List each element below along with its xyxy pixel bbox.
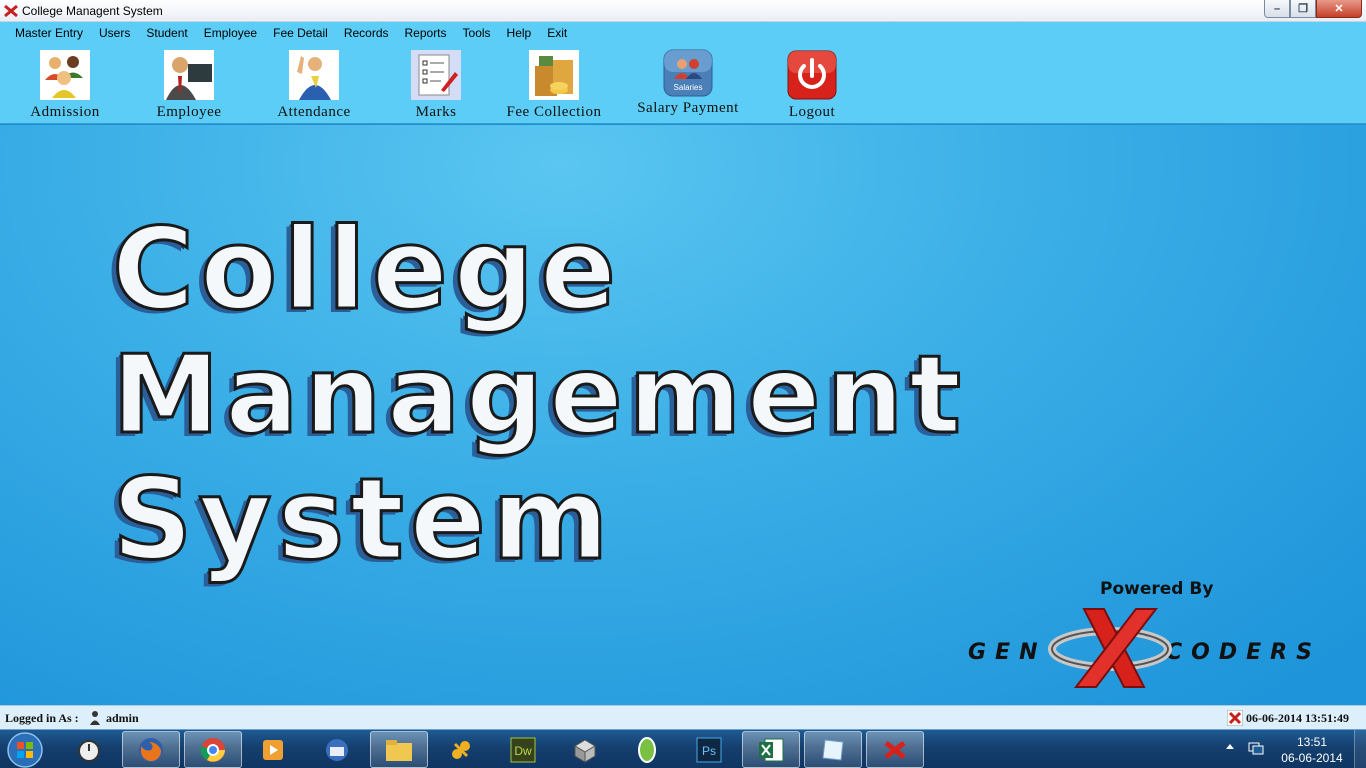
- menu-employee[interactable]: Employee: [196, 22, 265, 44]
- thunderbird-icon: [326, 738, 348, 761]
- taskbar-photoshop[interactable]: Ps: [680, 731, 738, 768]
- taskbar-app-8[interactable]: [556, 731, 614, 768]
- taskbar-app-9[interactable]: [618, 731, 676, 768]
- firefox-icon: [139, 737, 163, 762]
- app-logo-icon: [1227, 710, 1243, 726]
- photoshop-icon: Ps: [696, 737, 722, 762]
- taskbar-notepad[interactable]: [804, 731, 862, 768]
- media-player-icon: [263, 739, 283, 760]
- logout-label: Logout: [788, 104, 836, 120]
- banner-line-college: College: [110, 204, 623, 337]
- minimize-icon: –: [1273, 2, 1281, 15]
- logout-button[interactable]: Logout: [772, 44, 852, 122]
- marks-button[interactable]: Marks: [400, 44, 472, 122]
- taskbar-clock[interactable]: 13:51 06-06-2014: [1272, 734, 1352, 766]
- fee-collection-label: Fee Collection: [506, 104, 602, 120]
- menu-student[interactable]: Student: [138, 22, 195, 44]
- leaf-app-icon: [638, 736, 656, 763]
- taskbar-clock-app[interactable]: [60, 731, 118, 768]
- menu-tools[interactable]: Tools: [455, 22, 499, 44]
- app-logo-icon: [4, 4, 18, 18]
- marks-checklist-icon: [411, 50, 461, 100]
- gen-x-coders-logo: GEN CODERS: [968, 608, 1321, 688]
- title-bar: College Managent System – ❐ ✕: [0, 0, 1366, 22]
- app-logo-icon: [884, 740, 906, 759]
- stopwatch-icon: [78, 739, 100, 762]
- attendance-button[interactable]: Attendance: [266, 44, 362, 122]
- attendance-label: Attendance: [277, 104, 351, 120]
- toolbar: Admission Employee Attendance Marks Fee …: [0, 44, 1366, 124]
- dreamweaver-icon: Dw: [510, 737, 536, 762]
- attendance-icon: [289, 50, 339, 100]
- excel-icon: [759, 738, 784, 761]
- main-area: College Management System Powered By GEN…: [0, 125, 1366, 705]
- user-icon: [90, 711, 100, 725]
- students-group-icon: [40, 50, 90, 100]
- chrome-icon: [200, 737, 225, 762]
- taskbar-excel[interactable]: [742, 731, 800, 768]
- admission-label: Admission: [30, 104, 100, 120]
- menu-users[interactable]: Users: [91, 22, 138, 44]
- taskbar-firefox[interactable]: [122, 731, 180, 768]
- status-bar: Logged in As : admin 06-06-2014 13:51:49: [0, 705, 1366, 729]
- clock-time: 13:51: [1296, 735, 1328, 749]
- window-title: College Managent System: [22, 4, 163, 18]
- taskbar-college-system[interactable]: [866, 731, 924, 768]
- taskbar: Dw Ps 13:51 06-06-2014: [0, 729, 1366, 768]
- package-icon: [574, 738, 596, 763]
- start-button-icon[interactable]: [4, 731, 46, 768]
- salaries-icon: Salaries: [663, 49, 713, 97]
- show-desktop-button[interactable]: [1354, 730, 1366, 768]
- close-button[interactable]: ✕: [1316, 0, 1362, 18]
- logo-gen-text: GEN: [968, 640, 1047, 665]
- fee-collection-button[interactable]: Fee Collection: [496, 44, 612, 122]
- taskbar-settings-app[interactable]: [432, 731, 490, 768]
- salary-payment-label: Salary Payment: [637, 100, 739, 116]
- employee-button[interactable]: Employee: [146, 44, 232, 122]
- taskbar-media-player[interactable]: [244, 731, 302, 768]
- salaries-badge-text: Salaries: [674, 83, 703, 92]
- taskbar-chrome[interactable]: [184, 731, 242, 768]
- folder-icon: [386, 739, 412, 761]
- powered-by-text: Powered By: [1100, 579, 1214, 599]
- logged-in-label: Logged in As :: [5, 711, 79, 725]
- menu-fee-detail[interactable]: Fee Detail: [265, 22, 336, 44]
- menu-reports[interactable]: Reports: [397, 22, 455, 44]
- clock-date: 06-06-2014: [1281, 751, 1343, 765]
- minimize-button[interactable]: –: [1264, 0, 1290, 18]
- maximize-button[interactable]: ❐: [1290, 0, 1316, 18]
- logo-coders-text: CODERS: [1166, 640, 1321, 665]
- taskbar-explorer[interactable]: [370, 731, 428, 768]
- logged-in-user: admin: [106, 711, 139, 725]
- menu-records[interactable]: Records: [336, 22, 397, 44]
- menu-bar: Master Entry Users Student Employee Fee …: [0, 22, 1366, 44]
- taskbar-dreamweaver[interactable]: Dw: [494, 731, 552, 768]
- svg-text:Ps: Ps: [702, 744, 716, 758]
- close-icon: ✕: [1334, 3, 1344, 15]
- status-datetime: 06-06-2014 13:51:49: [1246, 711, 1349, 725]
- menu-exit[interactable]: Exit: [539, 22, 575, 44]
- power-icon: [787, 50, 837, 100]
- marks-label: Marks: [415, 104, 457, 120]
- tools-icon: [452, 740, 470, 759]
- employee-label: Employee: [156, 104, 222, 120]
- restore-icon: ❐: [1298, 3, 1308, 15]
- employee-icon: [164, 50, 214, 100]
- admission-button[interactable]: Admission: [22, 44, 108, 122]
- app-window: College Managent System – ❐ ✕ Master Ent…: [0, 0, 1366, 768]
- menu-help[interactable]: Help: [499, 22, 540, 44]
- network-icon[interactable]: [1248, 742, 1264, 756]
- menu-master-entry[interactable]: Master Entry: [7, 22, 91, 44]
- notepad-icon: [822, 738, 844, 761]
- tray-expand-icon[interactable]: [1226, 744, 1234, 749]
- taskbar-thunderbird[interactable]: [308, 731, 366, 768]
- svg-text:Dw: Dw: [514, 744, 532, 758]
- fee-collection-icon: [529, 50, 579, 100]
- banner-line-system: System: [111, 454, 615, 587]
- banner-line-management: Management: [111, 332, 967, 460]
- salary-payment-button[interactable]: Salaries Salary Payment: [626, 44, 750, 122]
